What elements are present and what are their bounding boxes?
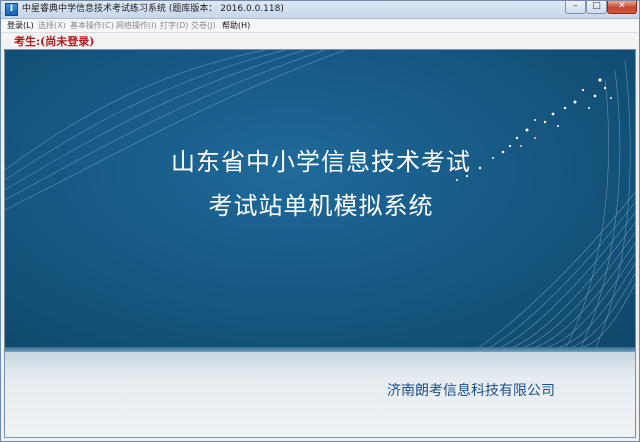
menu-typing[interactable]: 打字(D): [160, 20, 188, 31]
minimize-button[interactable]: –: [565, 1, 586, 14]
menu-login[interactable]: 登录(L): [7, 20, 34, 31]
menu-basic-ops[interactable]: 基本操作(C): [70, 20, 114, 31]
menu-submit[interactable]: 交卷(J): [191, 20, 216, 31]
status-bar: 考生:(尚未登录): [1, 33, 639, 50]
close-button[interactable]: ✕: [607, 1, 637, 14]
menu-select[interactable]: 选择(X): [38, 20, 66, 31]
menu-bar: 登录(L) 选择(X) 基本操作(C) 网络操作(I) 打字(D) 交卷(J) …: [1, 19, 639, 33]
splash-subtitle: 考试站单机模拟系统: [208, 192, 434, 220]
user-status: 考生:(尚未登录): [14, 35, 95, 48]
title-bar[interactable]: I 中星睿典中学信息技术考试练习系统 (题库版本： 2016.0.0.118) …: [1, 1, 639, 19]
menu-network-ops[interactable]: 网络操作(I): [116, 20, 157, 31]
app-icon[interactable]: I: [5, 3, 18, 16]
splash-title: 山东省中小学信息技术考试: [171, 148, 471, 176]
app-window: I 中星睿典中学信息技术考试练习系统 (题库版本： 2016.0.0.118) …: [0, 0, 640, 442]
menu-help[interactable]: 帮助(H): [222, 20, 250, 31]
maximize-button[interactable]: □: [586, 1, 607, 14]
window-title: 中星睿典中学信息技术考试练习系统 (题库版本： 2016.0.0.118): [22, 4, 284, 14]
company-name: 济南朗考信息科技有限公司: [387, 383, 555, 399]
splash-panel: 山东省中小学信息技术考试 考试站单机模拟系统 济南朗考信息科技有限公司: [4, 49, 636, 438]
